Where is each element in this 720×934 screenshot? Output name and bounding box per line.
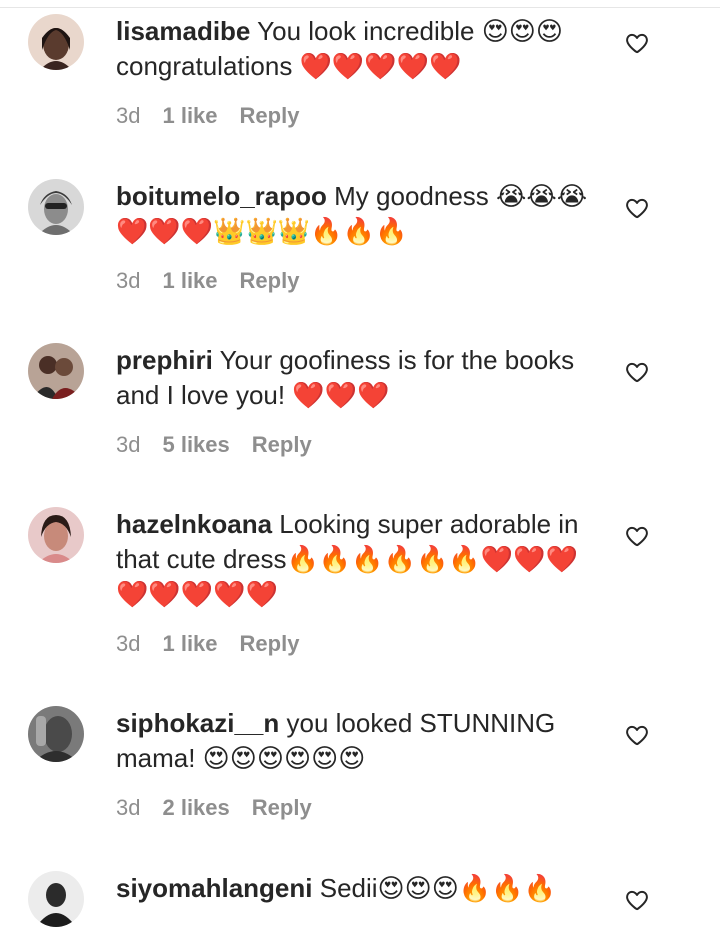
comment-time: 3d xyxy=(116,432,141,457)
comment-meta: 3d 1 like Reply xyxy=(116,102,596,130)
comment-username[interactable]: siyomahlangeni xyxy=(116,873,313,903)
heart-outline-icon xyxy=(626,890,648,911)
comment-time: 3d xyxy=(116,631,141,656)
comment-likes[interactable]: 5 likes xyxy=(162,432,229,458)
comment-body: siyomahlangeni Sedii😍😍😍🔥🔥🔥 xyxy=(116,871,596,906)
like-button[interactable] xyxy=(624,722,652,750)
comment-text: hazelnkoana Looking super adorable in th… xyxy=(116,507,596,612)
heart-outline-icon xyxy=(626,33,648,54)
comment-body: siphokazi__n you looked STUNNING mama! 😍… xyxy=(116,706,596,822)
reply-button[interactable]: Reply xyxy=(240,103,300,129)
avatar-image xyxy=(28,179,84,235)
heart-outline-icon xyxy=(626,725,648,746)
avatar-image xyxy=(28,14,84,70)
comment-body: lisamadibe You look incredible 😍😍😍 congr… xyxy=(116,14,596,130)
like-button[interactable] xyxy=(624,523,652,551)
comment-body: boitumelo_rapoo My goodness 😭😭😭❤️❤️❤️👑👑👑… xyxy=(116,179,596,295)
top-divider xyxy=(0,0,720,8)
comment-likes[interactable]: 1 like xyxy=(162,103,217,129)
comment-likes[interactable]: 1 like xyxy=(162,268,217,294)
comment-message: Sedii😍😍😍🔥🔥🔥 xyxy=(319,873,556,903)
comment-meta: 3d 1 like Reply xyxy=(116,267,596,295)
comment-username[interactable]: lisamadibe xyxy=(116,16,250,46)
like-button[interactable] xyxy=(624,887,652,915)
reply-button[interactable]: Reply xyxy=(252,432,312,458)
avatar-image xyxy=(28,507,84,563)
heart-outline-icon xyxy=(626,362,648,383)
comment-username[interactable]: boitumelo_rapoo xyxy=(116,181,327,211)
comment-text: prephiri Your goofiness is for the books… xyxy=(116,343,596,413)
reply-button[interactable]: Reply xyxy=(240,268,300,294)
comment-text: boitumelo_rapoo My goodness 😭😭😭❤️❤️❤️👑👑👑… xyxy=(116,179,596,249)
comment-meta: 3d 5 likes Reply xyxy=(116,431,596,459)
like-button[interactable] xyxy=(624,195,652,223)
heart-outline-icon xyxy=(626,198,648,219)
comment-meta: 3d 1 like Reply xyxy=(116,630,596,658)
heart-outline-icon xyxy=(626,526,648,547)
comment-time: 3d xyxy=(116,103,141,128)
comment-username[interactable]: prephiri xyxy=(116,345,213,375)
comment-body: prephiri Your goofiness is for the books… xyxy=(116,343,596,459)
like-button[interactable] xyxy=(624,359,652,387)
avatar-image xyxy=(28,871,84,927)
comment-meta: 3d 2 likes Reply xyxy=(116,794,596,822)
avatar[interactable] xyxy=(28,706,84,762)
avatar-image xyxy=(28,343,84,399)
comment-body: hazelnkoana Looking super adorable in th… xyxy=(116,507,596,658)
comment-time: 3d xyxy=(116,268,141,293)
comment-username[interactable]: hazelnkoana xyxy=(116,509,272,539)
comment-text: siphokazi__n you looked STUNNING mama! 😍… xyxy=(116,706,596,776)
comment-likes[interactable]: 1 like xyxy=(162,631,217,657)
avatar[interactable] xyxy=(28,14,84,70)
avatar[interactable] xyxy=(28,343,84,399)
comment-username[interactable]: siphokazi__n xyxy=(116,708,279,738)
avatar[interactable] xyxy=(28,179,84,235)
avatar[interactable] xyxy=(28,507,84,563)
reply-button[interactable]: Reply xyxy=(240,631,300,657)
avatar[interactable] xyxy=(28,871,84,927)
avatar-image xyxy=(28,706,84,762)
comment-text: lisamadibe You look incredible 😍😍😍 congr… xyxy=(116,14,596,84)
reply-button[interactable]: Reply xyxy=(252,795,312,821)
comment-likes[interactable]: 2 likes xyxy=(162,795,229,821)
comment-text: siyomahlangeni Sedii😍😍😍🔥🔥🔥 xyxy=(116,871,596,906)
comment-time: 3d xyxy=(116,795,141,820)
like-button[interactable] xyxy=(624,30,652,58)
